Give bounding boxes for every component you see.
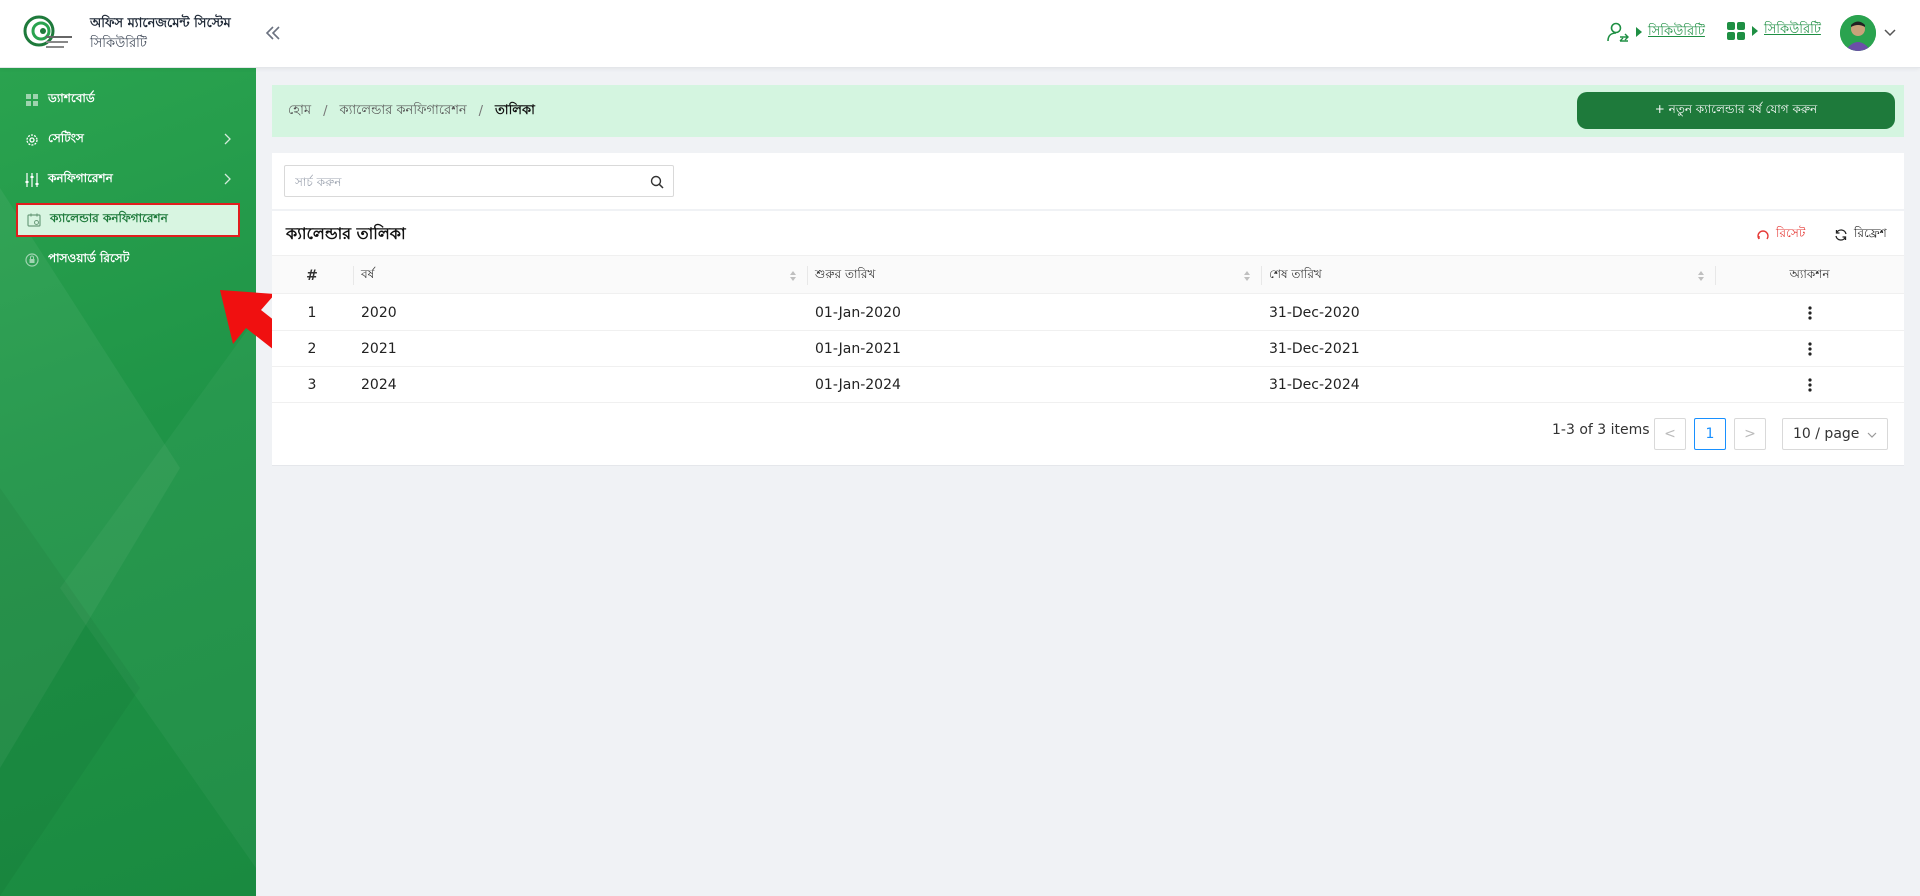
cell-end-date: 31-Dec-2024 (1269, 377, 1360, 393)
sidebar-item-label: সেটিংস (48, 131, 84, 145)
user-switch-icon (1607, 22, 1629, 42)
column-header-label: শেষ তারিখ (1269, 266, 1322, 281)
pagination-total: 1-3 of 3 items (1552, 422, 1650, 438)
cell-start-date: 01-Jan-2021 (815, 341, 901, 357)
more-vertical-icon[interactable] (1807, 378, 1812, 392)
column-header-index: # (306, 267, 318, 284)
search-card (272, 153, 1904, 209)
sidebar-item-label: ক্যালেন্ডার কনফিগারেশন (50, 211, 168, 225)
column-divider (1261, 266, 1262, 285)
table-row: 3 2024 01-Jan-2024 31-Dec-2024 (272, 367, 1904, 403)
module-switcher[interactable]: সিকিউরিটি (1726, 20, 1821, 41)
search-box (284, 165, 674, 197)
breadcrumb-home[interactable]: হোম (288, 101, 311, 122)
sidebar-item-label: ড্যাশবোর্ড (48, 91, 95, 105)
user-avatar-icon (1840, 15, 1876, 51)
gear-icon (26, 134, 38, 146)
role-link[interactable]: সিকিউরিটি (1648, 22, 1705, 43)
chevron-right-icon (224, 133, 231, 145)
add-calendar-year-button[interactable]: + নতুন ক্যালেন্ডার বর্ষ যোগ করুন (1577, 92, 1895, 129)
table-title: ক্যালেন্ডার তালিকা (286, 224, 406, 243)
column-header-label: শুরুর তারিখ (815, 266, 876, 281)
cell-start-date: 01-Jan-2024 (815, 377, 901, 393)
role-switcher[interactable]: সিকিউরিটি (1606, 20, 1705, 44)
sidebar-item-label: পাসওয়ার্ড রিসেট (48, 251, 130, 265)
cell-end-date: 31-Dec-2021 (1269, 341, 1360, 357)
cell-end-date: 31-Dec-2020 (1269, 305, 1360, 321)
sidebar-item-password-reset[interactable]: পাসওয়ার্ড রিসেট (16, 243, 240, 277)
table-row: 1 2020 01-Jan-2020 31-Dec-2020 (272, 295, 1904, 331)
sliders-icon (25, 173, 39, 187)
column-header-end-date[interactable]: শেষ তারিখ (1261, 256, 1715, 295)
refresh-label: রিফ্রেশ (1854, 226, 1887, 240)
cell-index: 3 (307, 377, 317, 393)
pagination-prev-button[interactable]: < (1654, 418, 1686, 450)
app-logo-icon (23, 15, 72, 48)
breadcrumb-separator: / (323, 103, 328, 119)
module-link[interactable]: সিকিউরিটি (1764, 20, 1821, 41)
chevron-down-icon[interactable] (1882, 24, 1898, 40)
column-header-action: অ্যাকশন (1715, 256, 1904, 295)
column-header-label: অ্যাকশন (1789, 266, 1830, 281)
sidebar-item-label: কনফিগারেশন (48, 171, 113, 185)
collapse-sidebar-button[interactable] (260, 20, 286, 46)
search-input[interactable] (295, 172, 635, 192)
search-icon[interactable] (649, 174, 665, 190)
column-header-year[interactable]: বর্ষ (353, 256, 807, 295)
page-size-select[interactable]: 10 / page (1782, 418, 1888, 450)
breadcrumb-current: তালিকা (495, 102, 535, 118)
apps-grid-icon (1727, 21, 1745, 40)
double-chevron-left-icon (265, 26, 280, 40)
sort-icon[interactable] (1697, 270, 1705, 282)
column-header-start-date[interactable]: শুরুর তারিখ (807, 256, 1261, 295)
column-divider (1715, 266, 1716, 285)
avatar[interactable] (1840, 15, 1876, 51)
table-header: # বর্ষ শুরুর তারিখ শেষ তারিখ অ্যাকশন (272, 255, 1904, 294)
password-reset-icon (25, 253, 39, 267)
cell-action (1715, 295, 1904, 331)
column-header-label: বর্ষ (361, 266, 375, 281)
cell-year: 2024 (361, 377, 397, 393)
sidebar-item-calendar-configuration[interactable]: ক্যালেন্ডার কনফিগারেশন (16, 203, 240, 237)
cell-index: 1 (307, 305, 317, 321)
page-size-value: 10 / page (1793, 426, 1860, 442)
more-vertical-icon[interactable] (1807, 342, 1812, 356)
sidebar: ড্যাশবোর্ড সেটিংস কনফিগারেশন ক্যালেন্ডার (0, 68, 256, 896)
sort-icon[interactable] (789, 270, 797, 282)
cell-start-date: 01-Jan-2020 (815, 305, 901, 321)
chevron-right-icon (224, 173, 231, 185)
triangle-right-icon (1752, 25, 1758, 36)
sidebar-item-dashboard[interactable]: ড্যাশবোর্ড (16, 83, 240, 117)
cell-year: 2021 (361, 341, 397, 357)
breadcrumb-separator: / (478, 103, 484, 119)
reset-label: রিসেট (1776, 226, 1806, 240)
cell-year: 2020 (361, 305, 397, 321)
reset-button[interactable]: রিসেট (1756, 225, 1805, 245)
triangle-right-icon (1636, 27, 1642, 37)
calendar-icon (27, 213, 41, 227)
column-divider (807, 266, 808, 285)
dashboard-icon (26, 94, 38, 106)
cell-action (1715, 367, 1904, 403)
cell-index: 2 (307, 341, 317, 357)
breadcrumb-section[interactable]: ক্যালেন্ডার কনফিগারেশন (339, 101, 466, 122)
more-vertical-icon[interactable] (1807, 306, 1812, 320)
calendar-table-card: ক্যালেন্ডার তালিকা রিসেট রিফ্রেশ # বর্ষ … (272, 211, 1904, 466)
column-divider (353, 266, 354, 285)
app-subtitle: সিকিউরিটি (90, 36, 147, 51)
pagination-page-1[interactable]: 1 (1694, 418, 1726, 450)
refresh-icon (1835, 229, 1847, 241)
app-title: অফিস ম্যানেজমেন্ট সিস্টেম (90, 16, 231, 31)
reset-icon (1757, 230, 1769, 240)
top-header: অফিস ম্যানেজমেন্ট সিস্টেম সিকিউরিটি সিকি… (0, 0, 1920, 68)
cell-action (1715, 331, 1904, 367)
chevron-down-icon (1867, 432, 1877, 438)
sidebar-item-settings[interactable]: সেটিংস (16, 123, 240, 157)
refresh-button[interactable]: রিফ্রেশ (1834, 225, 1887, 245)
sort-icon[interactable] (1243, 270, 1251, 282)
pagination-next-button[interactable]: > (1734, 418, 1766, 450)
sidebar-item-configuration[interactable]: কনফিগারেশন (16, 163, 240, 197)
table-row: 2 2021 01-Jan-2021 31-Dec-2021 (272, 331, 1904, 367)
